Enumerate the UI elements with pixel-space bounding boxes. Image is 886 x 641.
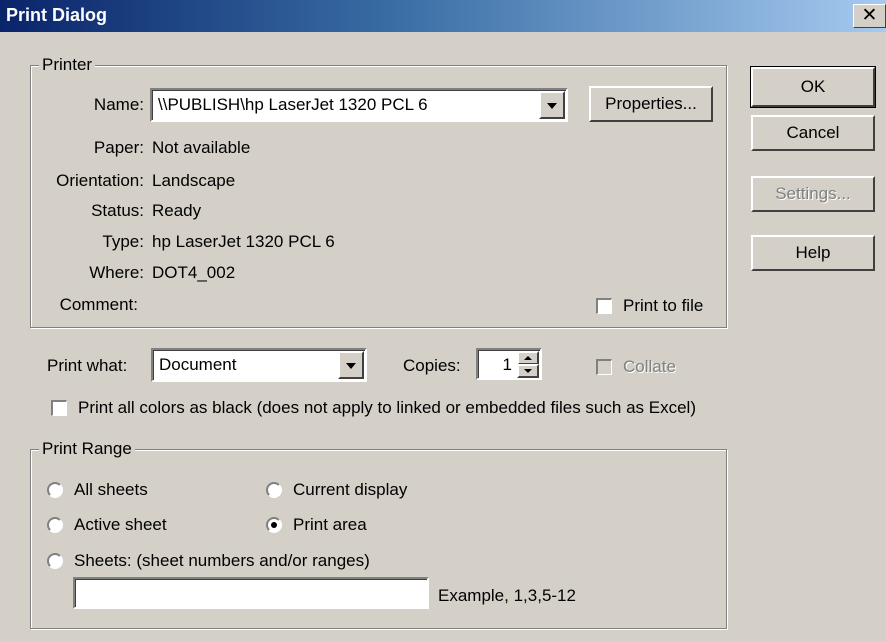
sheets-example-label: Example, 1,3,5-12	[438, 586, 576, 605]
cancel-button[interactable]: Cancel	[751, 115, 875, 151]
comment-label: Comment:	[59, 295, 138, 314]
ok-button[interactable]: OK	[750, 66, 876, 108]
chevron-down-icon	[547, 103, 557, 109]
print-black-label[interactable]: Print all colors as black (does not appl…	[78, 398, 696, 418]
status-value: Ready	[152, 201, 202, 220]
title-bar: Print Dialog ✕	[0, 0, 886, 32]
print-what-dropdown-button[interactable]	[338, 351, 364, 379]
active-sheet-radio[interactable]	[47, 517, 63, 533]
active-sheet-label[interactable]: Active sheet	[74, 515, 167, 535]
settings-button: Settings...	[751, 176, 875, 212]
print-area-label[interactable]: Print area	[293, 515, 367, 535]
print-what-combo[interactable]: Document	[151, 348, 367, 382]
current-display-label[interactable]: Current display	[293, 480, 407, 500]
copies-value: 1	[502, 355, 512, 374]
type-label: Type:	[102, 232, 144, 251]
printer-name-dropdown-button[interactable]	[539, 91, 565, 119]
name-label: Name:	[93, 95, 144, 114]
print-what-label: Print what:	[47, 356, 128, 375]
where-value: DOT4_002	[152, 263, 236, 282]
current-display-radio[interactable]	[266, 482, 282, 498]
all-sheets-label[interactable]: All sheets	[74, 480, 148, 500]
print-black-checkbox[interactable]	[51, 400, 67, 416]
sheets-label[interactable]: Sheets: (sheet numbers and/or ranges)	[74, 551, 370, 571]
close-icon: ✕	[861, 5, 878, 26]
printer-legend: Printer	[39, 55, 96, 75]
status-label: Status:	[91, 201, 144, 220]
sheets-radio[interactable]	[47, 553, 63, 569]
dialog-title: Print Dialog	[6, 5, 108, 25]
collate-checkbox	[596, 359, 612, 375]
type-value: hp LaserJet 1320 PCL 6	[152, 232, 335, 251]
paper-label: Paper:	[93, 138, 144, 157]
orientation-label: Orientation:	[56, 171, 144, 190]
print-what-value: Document	[159, 355, 237, 374]
close-button[interactable]: ✕	[853, 4, 886, 28]
printer-name-value: \\PUBLISH\hp LaserJet 1320 PCL 6	[158, 95, 428, 114]
printer-name-combo[interactable]: \\PUBLISH\hp LaserJet 1320 PCL 6	[150, 88, 568, 122]
arrow-up-icon	[524, 356, 532, 360]
chevron-down-icon	[346, 363, 356, 369]
collate-label: Collate	[623, 357, 676, 376]
sheets-input[interactable]	[73, 577, 429, 609]
paper-value: Not available	[152, 138, 251, 157]
copies-label: Copies:	[403, 356, 461, 375]
copies-spinner[interactable]: 1	[476, 348, 542, 380]
help-button[interactable]: Help	[751, 235, 875, 271]
copies-down-button[interactable]	[517, 364, 539, 378]
copies-up-button[interactable]	[517, 351, 539, 365]
print-to-file-checkbox[interactable]	[596, 298, 612, 314]
all-sheets-radio[interactable]	[47, 482, 63, 498]
print-range-legend: Print Range	[39, 439, 135, 459]
orientation-value: Landscape	[152, 171, 236, 190]
where-label: Where:	[89, 263, 144, 282]
properties-button[interactable]: Properties...	[589, 86, 713, 122]
arrow-down-icon	[524, 369, 532, 373]
print-to-file-label[interactable]: Print to file	[623, 296, 703, 316]
print-area-radio[interactable]	[266, 517, 282, 533]
